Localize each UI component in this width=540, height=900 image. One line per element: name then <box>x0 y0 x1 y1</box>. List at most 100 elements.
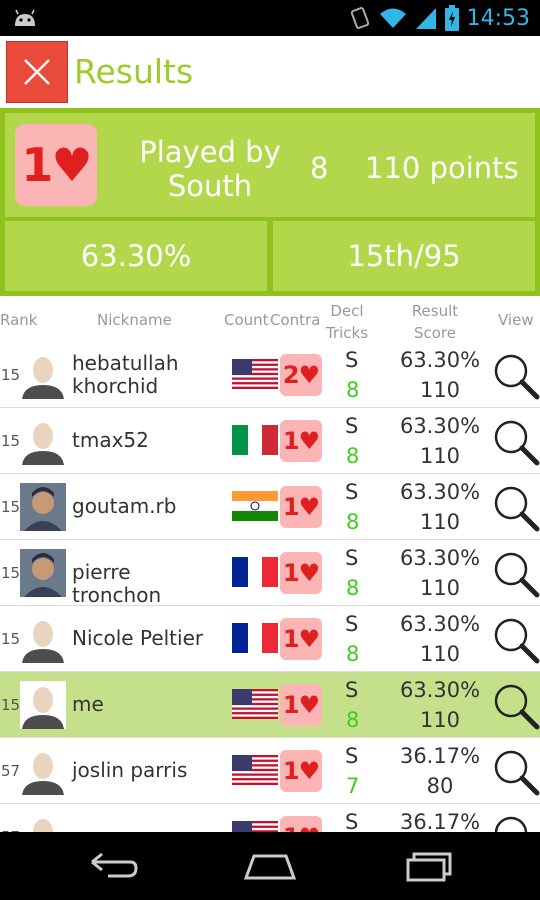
row-percent: 63.30% <box>399 612 481 636</box>
row-declarer: S <box>345 414 359 438</box>
row-nickname: tmax52 <box>72 428 149 452</box>
col-decl-tricks: Decl Tricks <box>322 300 372 344</box>
row-rank: 15 <box>1 432 21 450</box>
row-declarer: S <box>345 348 359 372</box>
header: Results <box>0 36 540 108</box>
flag-in-icon <box>232 491 278 521</box>
row-percent: 63.30% <box>399 348 481 372</box>
points-value: 110 points <box>365 151 519 185</box>
row-contract: 1♥ <box>282 691 320 719</box>
avatar <box>20 483 66 531</box>
tricks-value: 8 <box>310 151 329 185</box>
search-icon[interactable] <box>492 484 540 532</box>
avatar <box>20 549 66 597</box>
row-score: 110 <box>419 510 461 534</box>
row-contract-card: 1♥ <box>280 618 322 660</box>
row-nickname: me <box>72 692 104 716</box>
row-contract-card: 1♥ <box>280 420 322 462</box>
row-percent: 63.30% <box>399 546 481 570</box>
row-contract: 1♥ <box>283 823 320 832</box>
avatar <box>20 417 66 465</box>
table-row[interactable]: 15 tmax52 1♥ S 8 63.30% 110 <box>0 408 540 474</box>
table-row[interactable]: 15 goutam.rb 1♥ S 8 63.30% 110 <box>0 474 540 540</box>
row-declarer: S <box>345 810 359 832</box>
row-declarer: S <box>345 744 359 768</box>
back-icon[interactable] <box>82 848 142 884</box>
search-icon[interactable] <box>492 352 540 400</box>
search-icon[interactable] <box>492 682 540 730</box>
table-row[interactable]: 15 me 1♥ S 8 63.30% 110 <box>0 672 540 738</box>
page-title: Results <box>74 52 194 91</box>
row-declarer: S <box>345 612 359 636</box>
avatar <box>20 681 66 729</box>
avatar <box>20 813 66 832</box>
nav-bar <box>0 832 540 900</box>
row-tricks: 8 <box>346 378 360 402</box>
row-contract: 1♥ <box>282 493 320 521</box>
wifi-icon <box>379 8 406 28</box>
flag-us-icon <box>232 755 278 785</box>
row-tricks: 8 <box>346 708 360 732</box>
row-percent: 63.30% <box>399 414 481 438</box>
table-row[interactable]: 15 hebatullah khorchid 2♥ S 8 63.30% 110 <box>0 342 540 408</box>
status-time: 14:53 <box>466 5 530 31</box>
col-result: Result <box>411 302 459 320</box>
table-row[interactable]: 15 pierre tronchon 1♥ S 8 63.30% 110 <box>0 540 540 607</box>
row-declarer: S <box>345 546 359 570</box>
col-tricks: Tricks <box>325 324 369 342</box>
col-rank: Rank <box>0 311 38 329</box>
flag-fr-icon <box>232 623 278 653</box>
percentage-box: 63.30% <box>5 221 267 291</box>
close-button[interactable] <box>6 41 68 103</box>
avatar <box>20 351 66 399</box>
android-icon <box>15 9 35 26</box>
row-percent: 36.17% <box>399 744 481 768</box>
row-contract: 1♥ <box>282 625 320 653</box>
row-percent: 36.17% <box>399 810 481 832</box>
contract-label: 1♥ <box>21 138 92 192</box>
col-decl: Decl <box>330 302 364 320</box>
home-icon[interactable] <box>240 848 300 884</box>
row-contract: 1♥ <box>282 559 320 587</box>
recent-apps-icon[interactable] <box>398 848 458 884</box>
search-icon[interactable] <box>492 418 540 466</box>
table-row[interactable]: 57 joslin parris 1♥ S 7 36.17% 80 <box>0 738 540 804</box>
row-nickname: pierre tronchon <box>72 560 162 607</box>
flag-us-icon <box>232 359 278 389</box>
search-icon[interactable] <box>492 748 540 796</box>
table-header: Rank Nickname Country Contract Decl Tric… <box>0 296 540 342</box>
col-result-score: Result Score <box>400 300 470 344</box>
col-contract: Contract <box>270 311 320 329</box>
row-rank: 15 <box>1 498 21 516</box>
search-icon[interactable] <box>492 550 540 598</box>
close-icon <box>24 59 50 85</box>
row-tricks: 8 <box>346 642 360 666</box>
col-country: Country <box>224 311 270 329</box>
search-icon[interactable] <box>492 814 540 832</box>
contract-summary: 1♥ Played by South 8 110 points <box>5 113 535 217</box>
row-tricks: 8 <box>346 444 360 468</box>
row-score: 110 <box>419 444 461 468</box>
row-rank: 15 <box>1 696 21 714</box>
row-contract-card: 2♥ <box>280 354 322 396</box>
col-view: View <box>498 311 534 329</box>
row-rank: 15 <box>1 366 21 384</box>
signal-icon <box>415 8 436 29</box>
flag-us-icon <box>232 689 278 719</box>
col-score: Score <box>413 324 456 342</box>
played-by-label: Played by South <box>139 135 281 203</box>
vibrate-icon <box>350 7 369 29</box>
ranking-box: 15th/95 <box>273 221 535 291</box>
row-tricks: 8 <box>346 510 360 534</box>
search-icon[interactable] <box>492 616 540 664</box>
row-contract: 2♥ <box>282 361 320 389</box>
row-score: 110 <box>419 708 461 732</box>
row-contract: 1♥ <box>282 757 320 785</box>
row-score: 110 <box>419 576 461 600</box>
table-row[interactable]: 571♥S36.17% <box>0 804 540 832</box>
flag-it-icon <box>232 425 278 455</box>
contract-card: 1♥ <box>15 124 97 206</box>
table-row[interactable]: 15 Nicole Peltier 1♥ S 8 63.30% 110 <box>0 606 540 672</box>
status-bar: 14:53 <box>0 0 540 36</box>
row-rank: 15 <box>1 630 21 648</box>
